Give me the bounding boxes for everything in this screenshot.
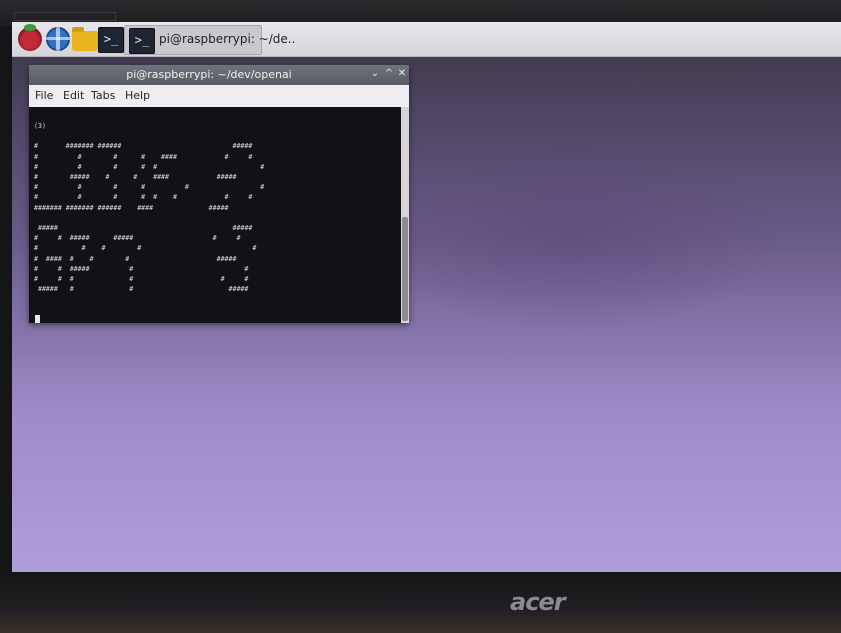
menu-edit[interactable]: Edit bbox=[63, 89, 84, 102]
maximize-icon[interactable]: ^ bbox=[383, 68, 395, 80]
raspberry-menu-icon[interactable] bbox=[18, 24, 42, 51]
monitor-bezel-bottom bbox=[0, 572, 841, 633]
terminal-scrollbar[interactable] bbox=[401, 107, 409, 323]
window-title: pi@raspberrypi: ~/dev/openai bbox=[126, 68, 292, 81]
terminal-icon: >_ bbox=[129, 28, 155, 54]
minimize-icon[interactable]: ⌄ bbox=[369, 68, 381, 80]
taskbar: >_ >_ pi@raspberrypi: ~/de.. bbox=[12, 22, 841, 57]
taskbar-terminal-button[interactable]: >_ pi@raspberrypi: ~/de.. bbox=[124, 25, 295, 55]
file-manager-icon[interactable] bbox=[72, 27, 98, 51]
terminal-window[interactable]: pi@raspberrypi: ~/dev/openai ⌄ ^ ✕ File … bbox=[29, 65, 409, 323]
close-icon[interactable]: ✕ bbox=[396, 68, 408, 80]
terminal-output: (3) # ####### ###### ##### # # # # #### … bbox=[34, 122, 265, 294]
terminal-launcher-icon[interactable]: >_ bbox=[98, 27, 124, 53]
taskbar-terminal-label: pi@raspberrypi: ~/de.. bbox=[159, 32, 296, 46]
terminal-output-area[interactable]: (3) # ####### ###### ##### # # # # #### … bbox=[29, 107, 401, 323]
scrollbar-thumb[interactable] bbox=[402, 217, 408, 321]
menu-bar: File Edit Tabs Help bbox=[29, 85, 409, 107]
menu-help[interactable]: Help bbox=[125, 89, 150, 102]
monitor-bezel-left bbox=[0, 26, 12, 633]
monitor-brand-logo: acer bbox=[510, 588, 566, 616]
bezel-logo bbox=[14, 12, 116, 21]
terminal-cursor bbox=[35, 315, 40, 323]
desktop-screen: >_ >_ pi@raspberrypi: ~/de.. pi@raspberr… bbox=[12, 22, 841, 574]
web-browser-icon[interactable] bbox=[46, 27, 70, 51]
menu-file[interactable]: File bbox=[35, 89, 53, 102]
menu-tabs[interactable]: Tabs bbox=[91, 89, 115, 102]
window-titlebar[interactable]: pi@raspberrypi: ~/dev/openai ⌄ ^ ✕ bbox=[29, 65, 409, 85]
